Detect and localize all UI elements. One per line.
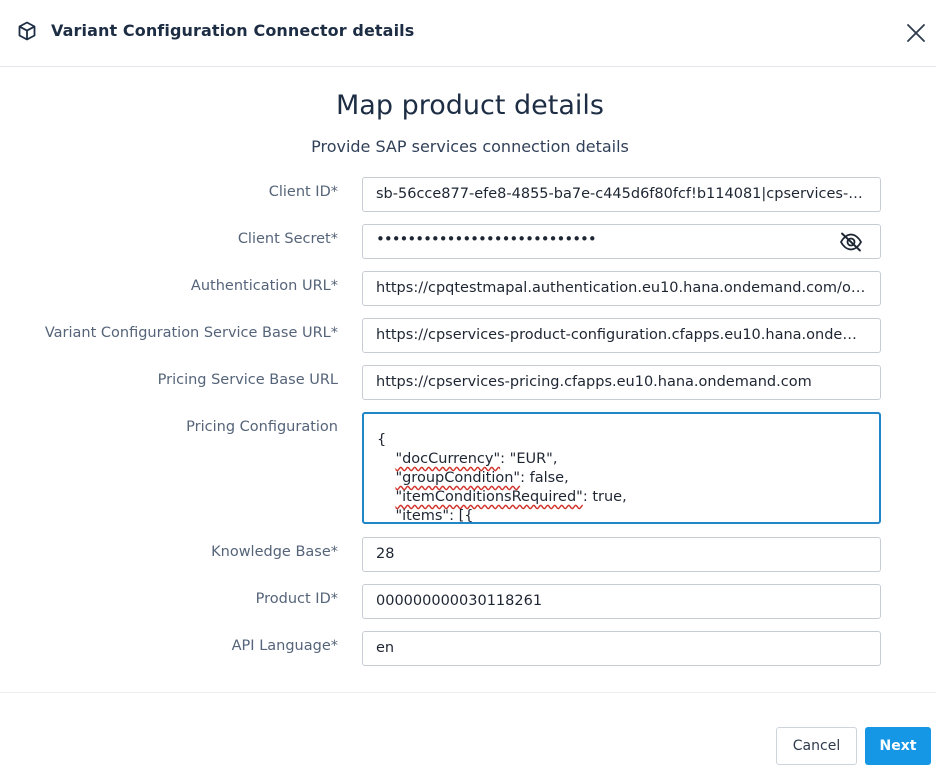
pricing-config-code: { "docCurrency": "EUR", "groupCondition"… [377, 431, 627, 524]
code-key-doc-currency: "docCurrency" [395, 451, 501, 467]
product-id-value: 000000000030118261 [376, 593, 543, 609]
api-language-input[interactable]: en [362, 631, 881, 666]
code-rest-group-condition: : false, [520, 470, 569, 486]
pricing-config-label: Pricing Configuration [186, 419, 338, 435]
dialog-body: Map product details Provide SAP services… [0, 67, 936, 692]
pricing-config-textarea[interactable]: { "docCurrency": "EUR", "groupCondition"… [362, 412, 881, 524]
cancel-button[interactable]: Cancel [776, 727, 857, 765]
product-id-input[interactable]: 000000000030118261 [362, 584, 881, 619]
pricing-url-label: Pricing Service Base URL [157, 372, 338, 388]
dialog-header: Variant Configuration Connector details [0, 0, 936, 67]
code-rest-doc-currency: : "EUR", [500, 451, 558, 467]
client-secret-label: Client Secret* [237, 231, 338, 247]
vc-url-input[interactable]: https://cpservices-product-configuration… [362, 318, 881, 353]
client-id-value: sb-56cce877-efe8-4855-ba7e-c445d6f80fcf!… [376, 186, 868, 202]
client-secret-input[interactable]: •••••••••••••••••••••••••••• [362, 224, 881, 259]
code-line-1: { [377, 432, 387, 448]
knowledge-base-input[interactable]: 28 [362, 537, 881, 572]
pricing-url-input[interactable]: https://cpservices-pricing.cfapps.eu10.h… [362, 365, 881, 400]
code-line-5: "items": [{ [395, 508, 474, 524]
api-language-value: en [376, 640, 395, 656]
page-subtitle: Provide SAP services connection details [311, 137, 629, 156]
next-button[interactable]: Next [865, 727, 931, 765]
client-secret-value: •••••••••••••••••••••••••••• [376, 230, 597, 248]
auth-url-input[interactable]: https://cpqtestmapal.authentication.eu10… [362, 271, 881, 306]
code-rest-item-conditions: : true, [582, 489, 627, 505]
page-title: Map product details [336, 90, 604, 121]
knowledge-base-label: Knowledge Base* [211, 544, 338, 560]
pricing-url-value: https://cpservices-pricing.cfapps.eu10.h… [376, 374, 812, 390]
close-icon[interactable] [904, 21, 928, 45]
vc-url-label: Variant Configuration Service Base URL* [44, 325, 338, 341]
cube-icon [18, 21, 36, 41]
dialog-title: Variant Configuration Connector details [51, 21, 415, 40]
client-id-label: Client ID* [268, 184, 338, 200]
client-id-input[interactable]: sb-56cce877-efe8-4855-ba7e-c445d6f80fcf!… [362, 177, 881, 212]
eye-off-icon[interactable] [839, 232, 863, 252]
code-key-item-conditions: "itemConditionsRequired" [395, 489, 583, 505]
knowledge-base-value: 28 [376, 546, 395, 562]
dialog-footer: Cancel Next [0, 692, 936, 783]
api-language-label: API Language* [231, 638, 338, 654]
auth-url-label: Authentication URL* [190, 278, 338, 294]
product-id-label: Product ID* [255, 591, 338, 607]
vc-url-value: https://cpservices-product-configuration… [376, 327, 868, 343]
code-key-group-condition: "groupCondition" [395, 470, 521, 486]
auth-url-value: https://cpqtestmapal.authentication.eu10… [376, 280, 868, 296]
